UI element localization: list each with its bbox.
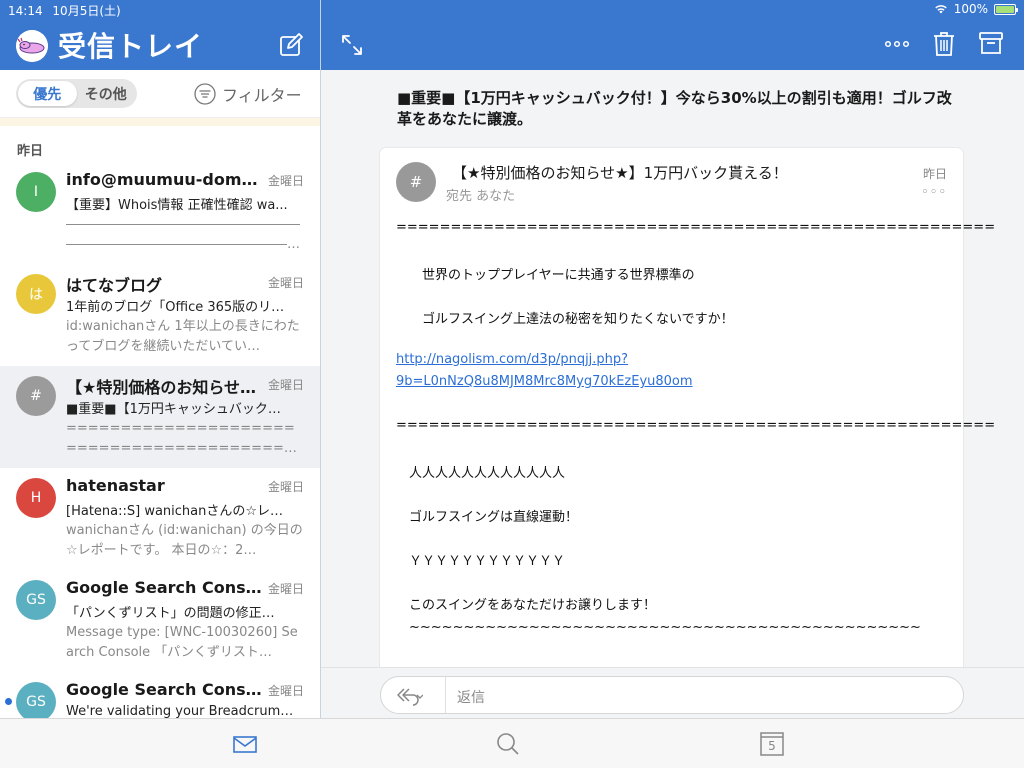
banner-strip xyxy=(0,117,320,126)
mail-subject: ■重要■【1万円キャッシュバック… xyxy=(66,402,281,417)
mail-preview: ========================================… xyxy=(66,421,295,456)
message-recipient[interactable]: 宛先 あなた xyxy=(446,185,515,204)
body-line: ========================================… xyxy=(396,418,996,433)
body-link[interactable]: 9b=L0nNzQ8u8MJM8Mrc8Myg70kEzEyu80om xyxy=(396,374,693,389)
filter-button[interactable]: フィルター xyxy=(194,82,302,106)
mail-date: 金曜日 xyxy=(267,480,304,494)
focus-segmented-control: 優先 その他 xyxy=(16,79,137,108)
mail-subject: [Hatena::S] wanichanさんの☆レ… xyxy=(66,504,284,519)
filter-icon xyxy=(194,83,216,105)
status-date: 10月5日(土) xyxy=(52,4,121,18)
expand-icon[interactable] xyxy=(340,33,364,57)
wifi-icon xyxy=(934,5,947,14)
trash-icon[interactable] xyxy=(933,31,955,57)
body-line: ＹＹＹＹＹＹＹＹＹＹＹＹ xyxy=(396,554,566,569)
sender-avatar: I xyxy=(16,172,56,212)
mail-date: 金曜日 xyxy=(267,684,304,698)
message-subject: 【★特別価格のお知らせ★】1万円バック貰える！ xyxy=(452,164,788,182)
mail-date: 金曜日 xyxy=(267,276,304,290)
mail-preview: id:wanichanさん 1年以上の長きにわたってブログを継続いただいてい… xyxy=(66,319,300,354)
search-icon[interactable] xyxy=(495,731,521,757)
reply-bar: 返信 xyxy=(321,667,1024,718)
mail-date: 金曜日 xyxy=(267,582,304,596)
mail-item[interactable]: # 【★特別価格のお知らせ… 金曜日 ■重要■【1万円キャッシュバック… ===… xyxy=(0,366,320,468)
reply-separator xyxy=(445,677,446,713)
body-line: ~~~~~~~~~~~~~~~~~~~~~~~~~~~~~~~~~~~~~~~~… xyxy=(396,620,921,635)
mail-subject: 「パンくずリスト」の問題の修正… xyxy=(66,606,275,621)
status-right: 100% xyxy=(934,2,1018,16)
mail-preview: wanichanさん (id:wanichan) の今日の☆レポートです。 本日… xyxy=(66,523,303,558)
mail-sender: 【★特別価格のお知らせ… xyxy=(66,378,257,397)
archive-icon[interactable] xyxy=(979,31,1003,55)
mail-preview: ――――――――――――――――――――――――――――――――――――――… xyxy=(66,217,300,252)
body-line: ゴルフスイング上達法の秘密を知りたくないですか！ xyxy=(396,312,734,327)
sender-avatar: GS xyxy=(16,580,56,620)
inbox-title: 受信トレイ xyxy=(58,30,204,63)
mail-sender: はてなブログ xyxy=(66,276,163,295)
mail-sender: info@muumuu-domain.... xyxy=(66,170,262,189)
message-more-button[interactable]: ◦◦◦ xyxy=(921,185,947,200)
status-time: 14:14 xyxy=(8,4,43,18)
message-card: # 【★特別価格のお知らせ★】1万円バック貰える！ 宛先 あなた 昨日 ◦◦◦ … xyxy=(380,148,995,667)
mail-item[interactable]: は はてなブログ 金曜日 1年前のブログ「Office 365版のリ… id:w… xyxy=(0,264,320,366)
body-line: 世界のトッププレイヤーに共通する世界標準の xyxy=(396,268,695,283)
mail-item[interactable]: I info@muumuu-domain.... 金曜日 【重要】Whois情報… xyxy=(0,162,320,264)
axolotl-icon xyxy=(16,30,48,62)
sender-avatar[interactable]: # xyxy=(396,162,436,202)
filter-bar: 優先 その他 フィルター xyxy=(0,70,320,118)
tab-bar: 5 xyxy=(0,718,1024,768)
sender-avatar: H xyxy=(16,478,56,518)
filter-label: フィルター xyxy=(222,86,302,105)
mail-icon[interactable] xyxy=(232,731,258,757)
calendar-tab[interactable]: 5 xyxy=(759,731,785,757)
reading-pane: ■重要■【1万円キャッシュバック付！】今なら30%以上の割引も適用！ゴルフ改革を… xyxy=(321,70,1024,667)
mail-subject: We're validating your Breadcrum… xyxy=(66,704,294,718)
segment-other[interactable]: その他 xyxy=(77,81,136,106)
thread-subject: ■重要■【1万円キャッシュバック付！】今なら30%以上の割引も適用！ゴルフ改革を… xyxy=(397,89,952,128)
status-left: 14:14 10月5日(土) xyxy=(8,2,121,19)
mail-item[interactable]: H hatenastar 金曜日 [Hatena::S] wanichanさんの… xyxy=(0,468,320,570)
sender-avatar: GS xyxy=(16,682,56,718)
mail-sender: Google Search Console... xyxy=(66,680,262,699)
calendar-day: 5 xyxy=(768,739,776,753)
battery-percent: 100% xyxy=(953,2,988,16)
mail-subject: 1年前のブログ「Office 365版のリ… xyxy=(66,300,285,315)
reply-options-icon[interactable] xyxy=(395,685,423,707)
sender-avatar: は xyxy=(16,274,56,314)
compose-icon[interactable] xyxy=(279,33,303,57)
mail-date: 金曜日 xyxy=(267,174,304,188)
reply-placeholder: 返信 xyxy=(457,690,485,706)
body-line: このスイングをあなただけお譲りします！ xyxy=(396,598,657,613)
body-line: ゴルフスイングは直線運動！ xyxy=(396,510,579,525)
mail-subject: 【重要】Whois情報 正確性確認 wa... xyxy=(66,198,288,213)
section-header: 昨日 xyxy=(17,144,44,159)
mail-preview: Message type: [WNC-10030260] Search Cons… xyxy=(66,625,298,660)
body-line: 人人人人人人人人人人人人 xyxy=(396,466,566,481)
battery-icon xyxy=(994,3,1018,15)
sender-avatar: # xyxy=(16,376,56,416)
reply-field[interactable]: 返信 xyxy=(380,676,964,714)
body-link[interactable]: http://nagolism.com/d3p/pnqjj.php? xyxy=(396,352,628,367)
mail-sender: Google Search Console... xyxy=(66,578,262,597)
mail-sender: hatenastar xyxy=(66,476,165,495)
mail-item[interactable]: GS Google Search Console... 金曜日 We're va… xyxy=(0,672,320,718)
more-options-icon[interactable] xyxy=(883,34,911,54)
segment-focused[interactable]: 優先 xyxy=(18,81,77,106)
message-date: 昨日 xyxy=(922,167,947,181)
unread-indicator xyxy=(5,698,12,705)
mail-item[interactable]: GS Google Search Console... 金曜日 「パンくずリスト… xyxy=(0,570,320,672)
mail-date: 金曜日 xyxy=(267,378,304,392)
body-line: ========================================… xyxy=(396,220,996,235)
account-avatar[interactable] xyxy=(16,30,48,62)
mail-list: 昨日 I info@muumuu-domain.... 金曜日 【重要】Whoi… xyxy=(0,126,320,718)
